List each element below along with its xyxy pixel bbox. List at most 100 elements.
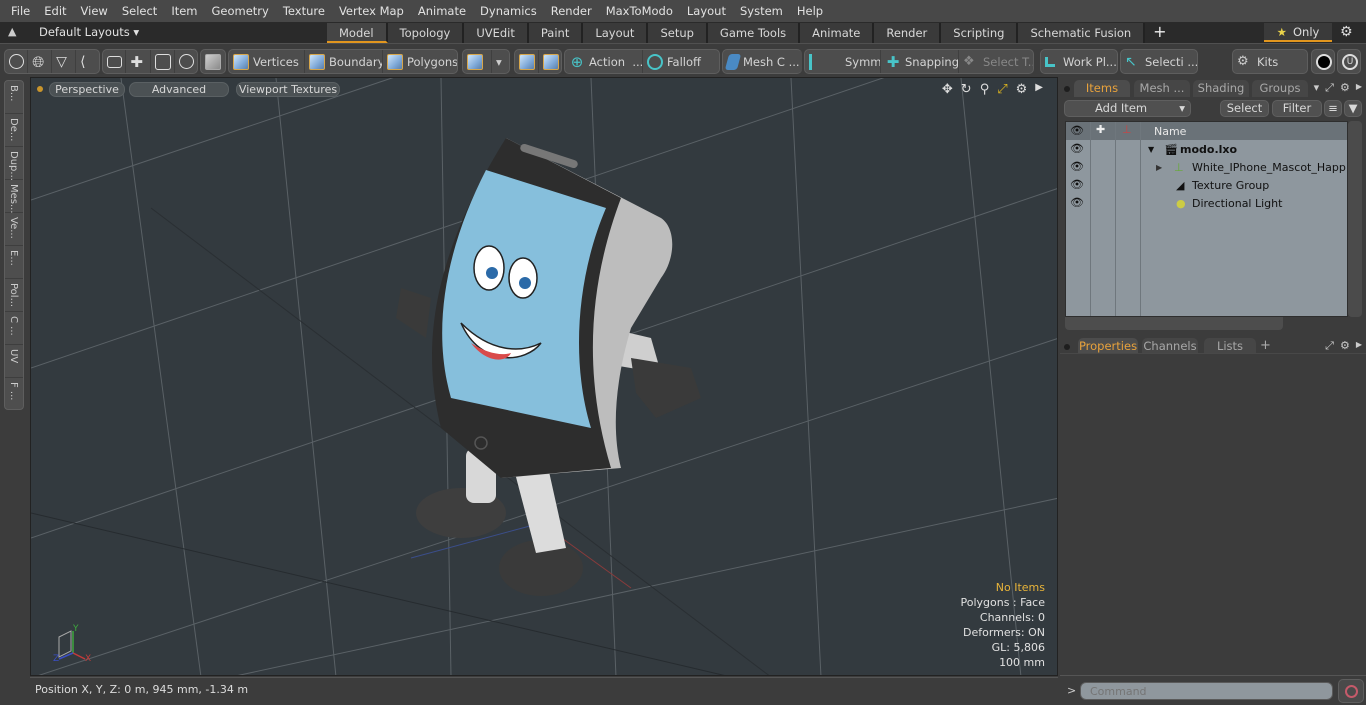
vtab-vertex[interactable]: Ve... — [5, 213, 23, 246]
tab-setup[interactable]: Setup — [648, 23, 708, 43]
pen-tool-button[interactable]: ▽ — [52, 50, 77, 73]
falloff-button[interactable]: Falloff — [643, 50, 719, 73]
add-item-button[interactable]: Add Item ▾ — [1064, 100, 1191, 117]
arrow-right-icon[interactable]: ▶ — [1356, 81, 1362, 95]
select-through-button[interactable]: ❖ Select T... — [959, 50, 1033, 73]
vtab-fusion[interactable]: F ... — [5, 378, 23, 411]
boundary-mode-button[interactable]: Boundary — [305, 50, 383, 73]
tab-paint[interactable]: Paint — [528, 23, 584, 43]
advanced-button[interactable]: Advanced — [129, 82, 229, 97]
perspective-button[interactable]: Perspective — [49, 82, 125, 97]
tab-layout[interactable]: Layout — [583, 23, 649, 43]
vtab-deform[interactable]: De... — [5, 114, 23, 147]
add-layout-tab-button[interactable]: + — [1145, 22, 1174, 43]
select-button[interactable]: Select — [1220, 100, 1269, 117]
menu-file[interactable]: File — [4, 0, 37, 22]
filter-funnel-button[interactable]: ▼ — [1344, 100, 1362, 117]
maximize-icon[interactable]: ⤢ — [997, 82, 1007, 97]
items-vertical-scrollbar[interactable] — [1348, 121, 1362, 317]
zoom-icon[interactable]: ⚲ — [980, 82, 990, 97]
lock-column-icon[interactable]: ✚ — [1096, 123, 1105, 136]
item-mode-button[interactable] — [201, 50, 225, 73]
vtab-polygon[interactable]: Pol... — [5, 279, 23, 312]
menu-render[interactable]: Render — [544, 0, 599, 22]
tab-model[interactable]: Model — [327, 23, 388, 43]
mascot-model[interactable] — [391, 128, 711, 618]
sphere-tool-button[interactable] — [5, 50, 29, 73]
symmetry-button[interactable]: Symm ... — [805, 50, 881, 73]
tab-groups[interactable]: Groups — [1252, 80, 1308, 97]
chevron-down-icon[interactable]: ▾ — [1314, 81, 1320, 95]
axes-column-icon[interactable]: ⊥ — [1122, 123, 1132, 136]
tab-mesh[interactable]: Mesh ... — [1134, 80, 1190, 97]
align-tool-button[interactable] — [103, 50, 127, 73]
menu-layout[interactable]: Layout — [680, 0, 733, 22]
element-move-button[interactable] — [539, 50, 562, 73]
menu-view[interactable]: View — [74, 0, 115, 22]
panel-gear-icon[interactable]: ⚙ — [1340, 81, 1350, 95]
vtab-basic[interactable]: B... — [5, 81, 23, 114]
vtab-uv[interactable]: UV — [5, 345, 23, 378]
kits-button[interactable]: ⚙ Kits — [1233, 50, 1282, 73]
tab-render[interactable]: Render — [874, 23, 942, 43]
expand-icon[interactable]: ⤢ — [1325, 339, 1334, 353]
items-horizontal-scrollbar[interactable] — [1065, 317, 1283, 330]
default-layouts-dropdown[interactable]: Default Layouts ▾ — [39, 25, 139, 39]
eye-icon[interactable]: 👁︎ — [1070, 142, 1084, 156]
menu-animate[interactable]: Animate — [411, 0, 473, 22]
transform-gizmo-button[interactable] — [515, 50, 539, 73]
menu-maxtomodo[interactable]: MaxToModo — [599, 0, 680, 22]
material-dropdown[interactable]: ▾ — [492, 50, 506, 73]
arrow-right-icon[interactable]: ▶ — [1035, 82, 1043, 97]
tab-shading[interactable]: Shading — [1193, 80, 1249, 97]
tree-row-texture-group[interactable]: 👁︎ ◢ Texture Group — [1066, 176, 1347, 194]
project-tool-button[interactable] — [151, 50, 175, 73]
command-history-button[interactable] — [1338, 679, 1364, 703]
expand-icon[interactable]: ⤢ — [1325, 81, 1334, 95]
command-input[interactable] — [1080, 682, 1333, 700]
menu-texture[interactable]: Texture — [276, 0, 332, 22]
add-panel-tab-button[interactable]: + — [1260, 338, 1271, 353]
viewport-gear-icon[interactable]: ⚙ — [1016, 82, 1028, 97]
tab-animate[interactable]: Animate — [800, 23, 875, 43]
panel-options-dot[interactable] — [1064, 86, 1070, 92]
menu-system[interactable]: System — [733, 0, 790, 22]
material-mode-button[interactable] — [463, 50, 492, 73]
globe-tool-button[interactable]: 🌐︎ — [28, 50, 53, 73]
selection-sets-button[interactable]: ↖ Selecti ... — [1121, 50, 1197, 73]
tab-scripting[interactable]: Scripting — [941, 23, 1019, 43]
curve-tool-button[interactable]: ⟨ — [76, 50, 99, 73]
vtab-edge[interactable]: E... — [5, 246, 23, 279]
render-kit-button[interactable] — [1312, 50, 1334, 73]
mesh-constraint-button[interactable]: Mesh C ... — [723, 50, 802, 73]
menu-vertex-map[interactable]: Vertex Map — [332, 0, 411, 22]
panel-options-dot[interactable] — [1064, 344, 1070, 350]
gear-icon[interactable]: ⚙ — [1340, 24, 1353, 40]
viewport-options-dot[interactable] — [37, 86, 43, 92]
pan-icon[interactable]: ✥ — [942, 82, 953, 97]
vtab-curve[interactable]: C ... — [5, 312, 23, 345]
viewport-textures-button[interactable]: Viewport Textures — [236, 82, 340, 97]
menu-help[interactable]: Help — [790, 0, 830, 22]
filter-button[interactable]: Filter — [1272, 100, 1322, 117]
relax-tool-button[interactable] — [175, 50, 197, 73]
menu-select[interactable]: Select — [115, 0, 164, 22]
tab-game-tools[interactable]: Game Tools — [707, 23, 801, 43]
vertices-mode-button[interactable]: Vertices — [229, 50, 305, 73]
rotate-icon[interactable]: ↻ — [961, 82, 972, 97]
only-toggle[interactable]: ★ Only — [1264, 23, 1332, 42]
polygons-mode-button[interactable]: Polygons — [383, 50, 457, 73]
menu-item[interactable]: Item — [164, 0, 204, 22]
tab-topology[interactable]: Topology — [387, 23, 465, 43]
menu-edit[interactable]: Edit — [37, 0, 73, 22]
collapse-up-icon[interactable]: ▲ — [8, 25, 22, 39]
3d-viewport[interactable]: Perspective Advanced Viewport Textures ✥… — [30, 77, 1058, 676]
list-options-button[interactable]: ≡ — [1324, 100, 1342, 117]
vtab-mesh-edit[interactable]: Mes... — [5, 180, 23, 214]
vtab-duplicate[interactable]: Dup... — [5, 147, 23, 181]
tree-row-mascot[interactable]: 👁︎ ▶ ⊥ White_IPhone_Mascot_Happ ... — [1066, 158, 1360, 176]
eye-icon[interactable]: 👁︎ — [1070, 160, 1084, 174]
unreal-kit-button[interactable]: U — [1338, 50, 1360, 73]
snapping-button[interactable]: ✚ Snapping — [881, 50, 959, 73]
tree-row-modo-lxo[interactable]: 👁︎ ▼ 🎬︎ modo.lxo — [1066, 140, 1347, 158]
